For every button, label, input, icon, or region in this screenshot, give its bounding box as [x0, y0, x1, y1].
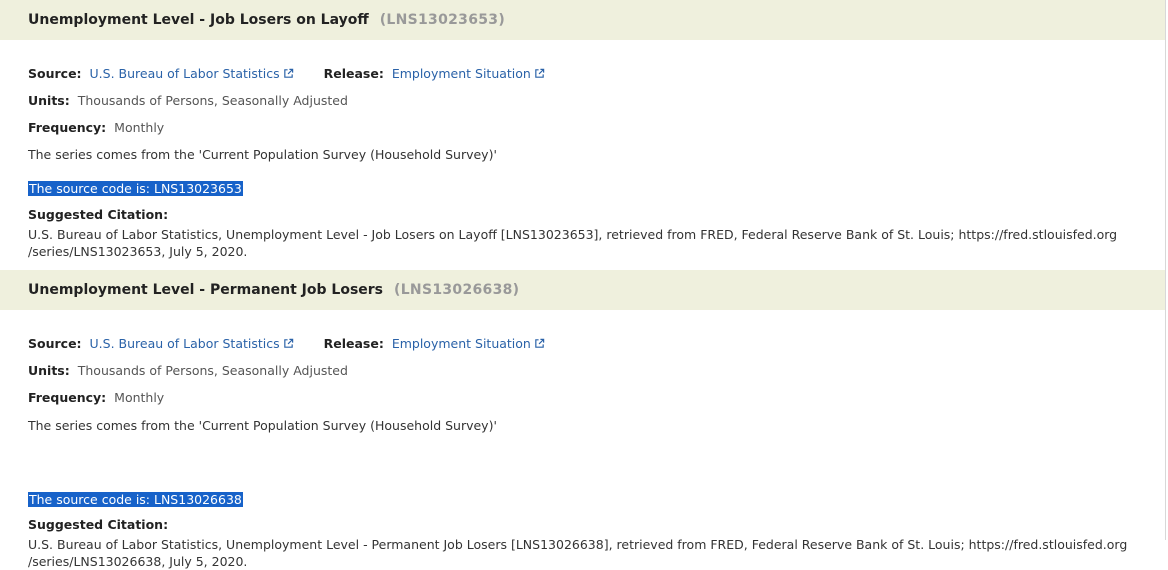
release-link[interactable]: Employment Situation: [392, 66, 545, 81]
series-header: Unemployment Level - Permanent Job Loser…: [0, 270, 1166, 310]
citation-label: Suggested Citation:: [28, 207, 169, 222]
series-title: Unemployment Level - Permanent Job Loser…: [28, 282, 384, 298]
citation-line: /series/LNS13026638, July 5, 2020.: [28, 554, 248, 569]
series-notes: Source: U.S. Bureau of Labor Statistics …: [0, 40, 1166, 270]
citation-line: U.S. Bureau of Labor Statistics, Unemplo…: [28, 227, 1118, 242]
units-row: Units: Thousands of Persons, Seasonally …: [28, 93, 348, 108]
units-label: Units:: [28, 93, 70, 108]
citation-label: Suggested Citation:: [28, 517, 169, 532]
series-note: The series comes from the 'Current Popul…: [28, 147, 497, 162]
frequency-label: Frequency:: [28, 120, 107, 135]
series-id: (LNS13026638): [394, 282, 520, 298]
source-code-selected-text[interactable]: The source code is: LNS13026638: [28, 492, 243, 507]
source-code-row[interactable]: The source code is: LNS13023653: [28, 181, 243, 196]
external-link-icon: [283, 338, 293, 348]
source-link[interactable]: U.S. Bureau of Labor Statistics: [90, 336, 294, 351]
frequency-row: Frequency: Monthly: [28, 120, 164, 135]
external-link-icon: [535, 68, 545, 78]
units-value: Thousands of Persons, Seasonally Adjuste…: [77, 363, 348, 378]
series-note: The series comes from the 'Current Popul…: [28, 418, 497, 433]
frequency-value: Monthly: [114, 120, 165, 135]
source-row: Source: U.S. Bureau of Labor Statistics …: [28, 336, 545, 351]
series-block: Unemployment Level - Job Losers on Layof…: [0, 0, 1166, 270]
series-notes: Source: U.S. Bureau of Labor Statistics …: [0, 310, 1166, 569]
units-label: Units:: [28, 363, 70, 378]
release-label: Release:: [323, 336, 384, 351]
release-link[interactable]: Employment Situation: [392, 336, 545, 351]
series-block: Unemployment Level - Permanent Job Loser…: [0, 270, 1166, 569]
frequency-row: Frequency: Monthly: [28, 390, 164, 405]
series-header: Unemployment Level - Job Losers on Layof…: [0, 0, 1166, 40]
source-label: Source:: [28, 336, 82, 351]
source-code-selected-text[interactable]: The source code is: LNS13023653: [28, 181, 243, 196]
external-link-icon: [283, 68, 293, 78]
citation-text[interactable]: U.S. Bureau of Labor Statistics, Unemplo…: [28, 226, 1153, 260]
series-id: (LNS13023653): [379, 12, 506, 28]
citation-line: U.S. Bureau of Labor Statistics, Unemplo…: [28, 537, 1128, 552]
source-link-text: U.S. Bureau of Labor Statistics: [89, 66, 280, 81]
citation-line: /series/LNS13023653, July 5, 2020.: [28, 244, 248, 259]
source-link[interactable]: U.S. Bureau of Labor Statistics: [90, 66, 294, 81]
source-code-row[interactable]: The source code is: LNS13026638: [28, 492, 243, 507]
series-title: Unemployment Level - Job Losers on Layof…: [28, 12, 369, 28]
release-label: Release:: [323, 66, 384, 81]
external-link-icon: [535, 338, 545, 348]
units-value: Thousands of Persons, Seasonally Adjuste…: [77, 93, 348, 108]
citation-text[interactable]: U.S. Bureau of Labor Statistics, Unemplo…: [28, 536, 1153, 570]
units-row: Units: Thousands of Persons, Seasonally …: [28, 363, 348, 378]
release-link-text: Employment Situation: [391, 66, 531, 81]
frequency-value: Monthly: [114, 390, 165, 405]
source-link-text: U.S. Bureau of Labor Statistics: [89, 336, 280, 351]
source-label: Source:: [28, 66, 82, 81]
source-row: Source: U.S. Bureau of Labor Statistics …: [28, 66, 545, 81]
release-link-text: Employment Situation: [391, 336, 531, 351]
frequency-label: Frequency:: [28, 390, 107, 405]
